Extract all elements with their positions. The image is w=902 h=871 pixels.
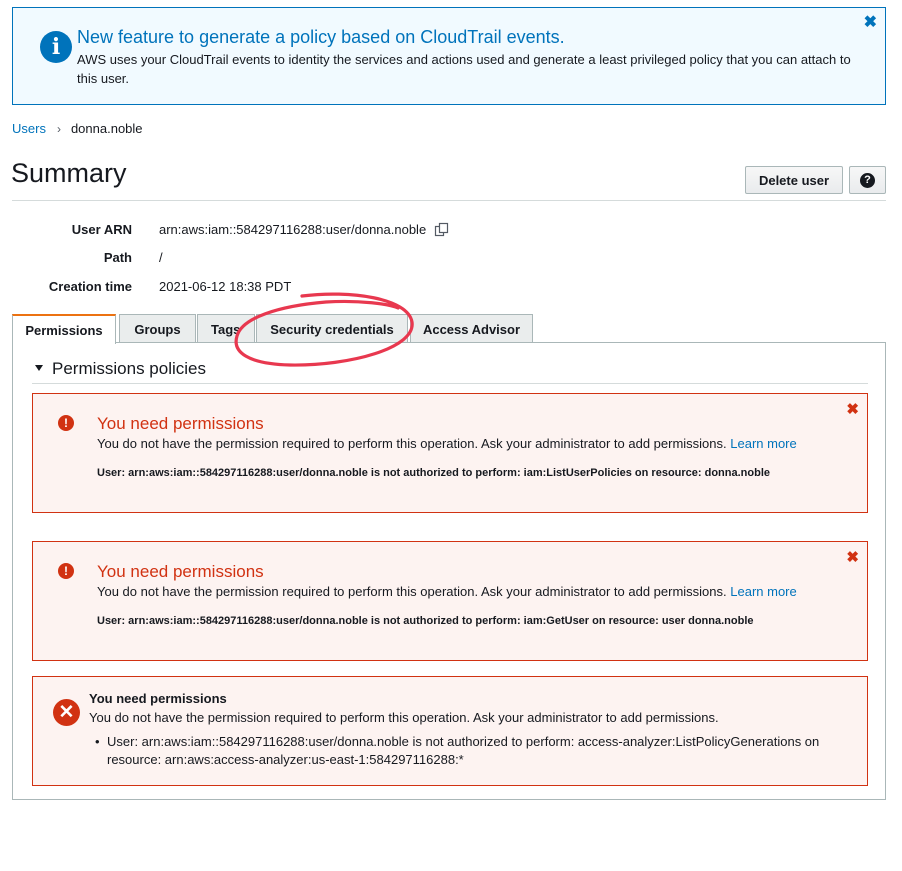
info-banner: i New feature to generate a policy based… xyxy=(12,7,886,105)
error-title: You need permissions xyxy=(89,691,227,706)
user-arn-label: User ARN xyxy=(71,222,132,237)
error-icon: ! xyxy=(58,415,74,431)
error-title: You need permissions xyxy=(97,562,264,581)
user-arn-text: arn:aws:iam::584297116288:user/donna.nob… xyxy=(159,222,427,237)
error-text: You do not have the permission required … xyxy=(97,436,727,451)
info-icon: i xyxy=(40,31,72,63)
error-text: You do not have the permission required … xyxy=(97,584,727,599)
page-title: Summary xyxy=(11,158,127,188)
banner-text: AWS uses your CloudTrail events to ident… xyxy=(77,52,851,86)
creation-time-value: 2021-06-12 18:38 PDT xyxy=(159,279,292,294)
close-icon[interactable]: ✖ xyxy=(864,12,877,32)
delete-user-button[interactable]: Delete user xyxy=(745,166,843,194)
tab-tags[interactable]: Tags xyxy=(197,314,255,343)
error-message: You do not have the permission required … xyxy=(97,584,797,599)
help-icon: ? xyxy=(860,172,875,188)
error-detail-list-item: • User: arn:aws:iam::584297116288:user/d… xyxy=(95,733,825,769)
chevron-right-icon: › xyxy=(56,122,61,136)
tab-groups[interactable]: Groups xyxy=(119,314,196,343)
breadcrumb: Users › donna.noble xyxy=(12,121,143,136)
help-button[interactable]: ? xyxy=(849,166,886,194)
error-detail: User: arn:aws:iam::584297116288:user/don… xyxy=(97,467,771,479)
banner-title: New feature to generate a policy based o… xyxy=(77,27,565,47)
permissions-policies-toggle[interactable]: Permissions policies xyxy=(35,359,206,379)
tab-permissions[interactable]: Permissions xyxy=(12,314,116,344)
learn-more-link[interactable]: Learn more xyxy=(730,436,796,451)
path-label: Path xyxy=(103,250,132,265)
caret-down-icon xyxy=(35,365,43,371)
error-message: You do not have the permission required … xyxy=(97,436,797,451)
analyzer-error-alert: ✕ You need permissions You do not have t… xyxy=(32,676,868,786)
error-detail: User: arn:aws:iam::584297116288:user/don… xyxy=(97,615,754,627)
permissions-panel: Permissions policies ! You need permissi… xyxy=(12,342,886,800)
breadcrumb-current: donna.noble xyxy=(70,121,143,136)
error-icon: ! xyxy=(58,563,74,579)
tab-access-advisor[interactable]: Access Advisor xyxy=(410,314,533,343)
creation-time-label: Creation time xyxy=(48,279,132,294)
tab-security-credentials[interactable]: Security credentials xyxy=(256,314,408,343)
error-alert: ! You need permissions You do not have t… xyxy=(32,541,868,661)
close-icon[interactable]: ✖ xyxy=(846,548,859,566)
title-divider xyxy=(12,200,886,201)
error-alert: ! You need permissions You do not have t… xyxy=(32,393,868,513)
path-value: / xyxy=(159,250,163,265)
section-divider xyxy=(32,383,868,384)
error-title: You need permissions xyxy=(97,414,264,433)
close-icon[interactable]: ✖ xyxy=(846,400,859,418)
learn-more-link[interactable]: Learn more xyxy=(730,584,796,599)
bullet-icon: • xyxy=(95,734,100,749)
copy-icon[interactable] xyxy=(434,222,449,240)
breadcrumb-users-link[interactable]: Users xyxy=(12,121,46,136)
user-arn-value: arn:aws:iam::584297116288:user/donna.nob… xyxy=(159,222,449,240)
section-title: Permissions policies xyxy=(52,359,206,378)
error-x-icon: ✕ xyxy=(53,699,80,726)
error-text: You do not have the permission required … xyxy=(89,710,719,725)
error-detail: User: arn:aws:iam::584297116288:user/don… xyxy=(107,734,820,767)
